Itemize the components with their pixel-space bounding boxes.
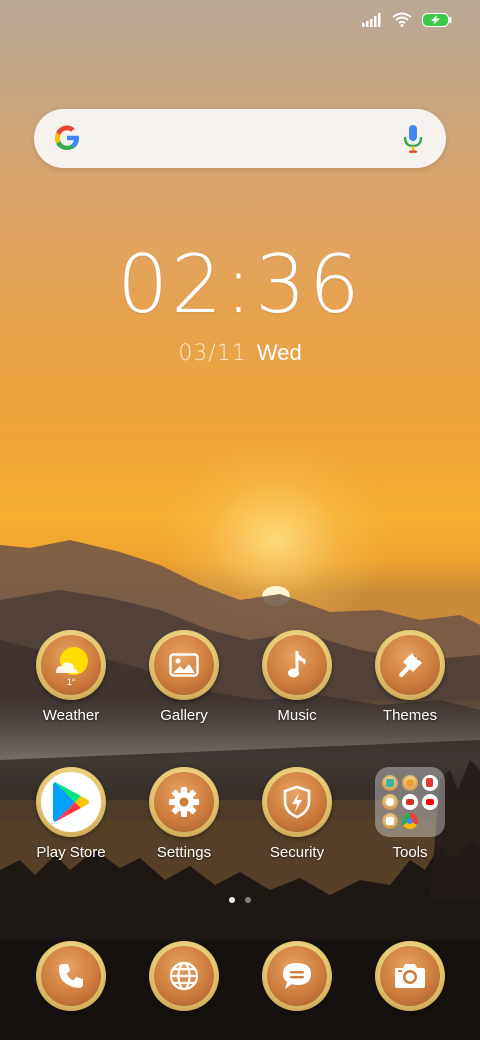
page-dot-active[interactable]	[229, 897, 235, 903]
app-themes[interactable]: Themes	[354, 630, 466, 724]
mini-app-icon	[381, 812, 398, 829]
microphone-icon[interactable]	[402, 123, 424, 155]
app-gallery[interactable]: Gallery	[128, 630, 240, 724]
dock-phone[interactable]	[15, 941, 127, 1011]
camera-icon	[380, 946, 440, 1006]
mini-app-icon	[421, 774, 438, 791]
signal-bars-icon	[362, 12, 381, 27]
app-label: Play Store	[36, 844, 106, 861]
app-security[interactable]: Security	[241, 767, 353, 861]
google-g-icon	[55, 125, 79, 150]
battery-charging-icon	[422, 12, 452, 27]
mini-app-icon	[401, 812, 418, 829]
mini-app-icon	[401, 774, 418, 791]
app-label: Themes	[382, 707, 438, 724]
app-label: Tools	[392, 844, 428, 861]
dock-camera[interactable]	[354, 941, 466, 1011]
app-weather[interactable]: 1° Weather	[15, 630, 127, 724]
wifi-icon	[392, 12, 412, 27]
mini-app-icon	[421, 793, 438, 810]
globe-icon	[154, 946, 214, 1006]
page-dot[interactable]	[245, 897, 251, 903]
mini-app-icon	[381, 793, 398, 810]
date-text: 03/11	[178, 341, 247, 366]
weather-icon: 1°	[41, 635, 101, 695]
folder-icon	[375, 767, 445, 837]
app-label: Weather	[42, 707, 100, 724]
app-music[interactable]: Music	[241, 630, 353, 724]
page-indicator[interactable]	[0, 897, 480, 903]
app-settings[interactable]: Settings	[128, 767, 240, 861]
mini-app-icon	[381, 774, 398, 791]
weather-temp: 1°	[67, 677, 76, 687]
google-search-bar[interactable]	[34, 109, 446, 168]
status-bar	[362, 12, 452, 27]
app-label: Music	[277, 707, 317, 724]
play-store-icon	[41, 772, 101, 832]
app-play-store[interactable]: Play Store	[15, 767, 127, 861]
image-icon	[154, 635, 214, 695]
app-label: Settings	[156, 844, 212, 861]
clock-date[interactable]: 03/11 Wed	[0, 340, 480, 366]
weekday-text: Wed	[256, 340, 302, 365]
gear-icon	[154, 772, 214, 832]
shield-lightning-icon	[267, 772, 327, 832]
app-label: Gallery	[160, 707, 208, 724]
music-note-icon	[267, 635, 327, 695]
dock-messages[interactable]	[241, 941, 353, 1011]
message-icon	[267, 946, 327, 1006]
clock-time[interactable]: 02:36	[0, 238, 480, 331]
dock-browser[interactable]	[128, 941, 240, 1011]
app-label: Security	[269, 844, 325, 861]
mini-app-icon	[401, 793, 418, 810]
paintbrush-icon	[380, 635, 440, 695]
phone-icon	[41, 946, 101, 1006]
app-tools-folder[interactable]: Tools	[354, 767, 466, 861]
